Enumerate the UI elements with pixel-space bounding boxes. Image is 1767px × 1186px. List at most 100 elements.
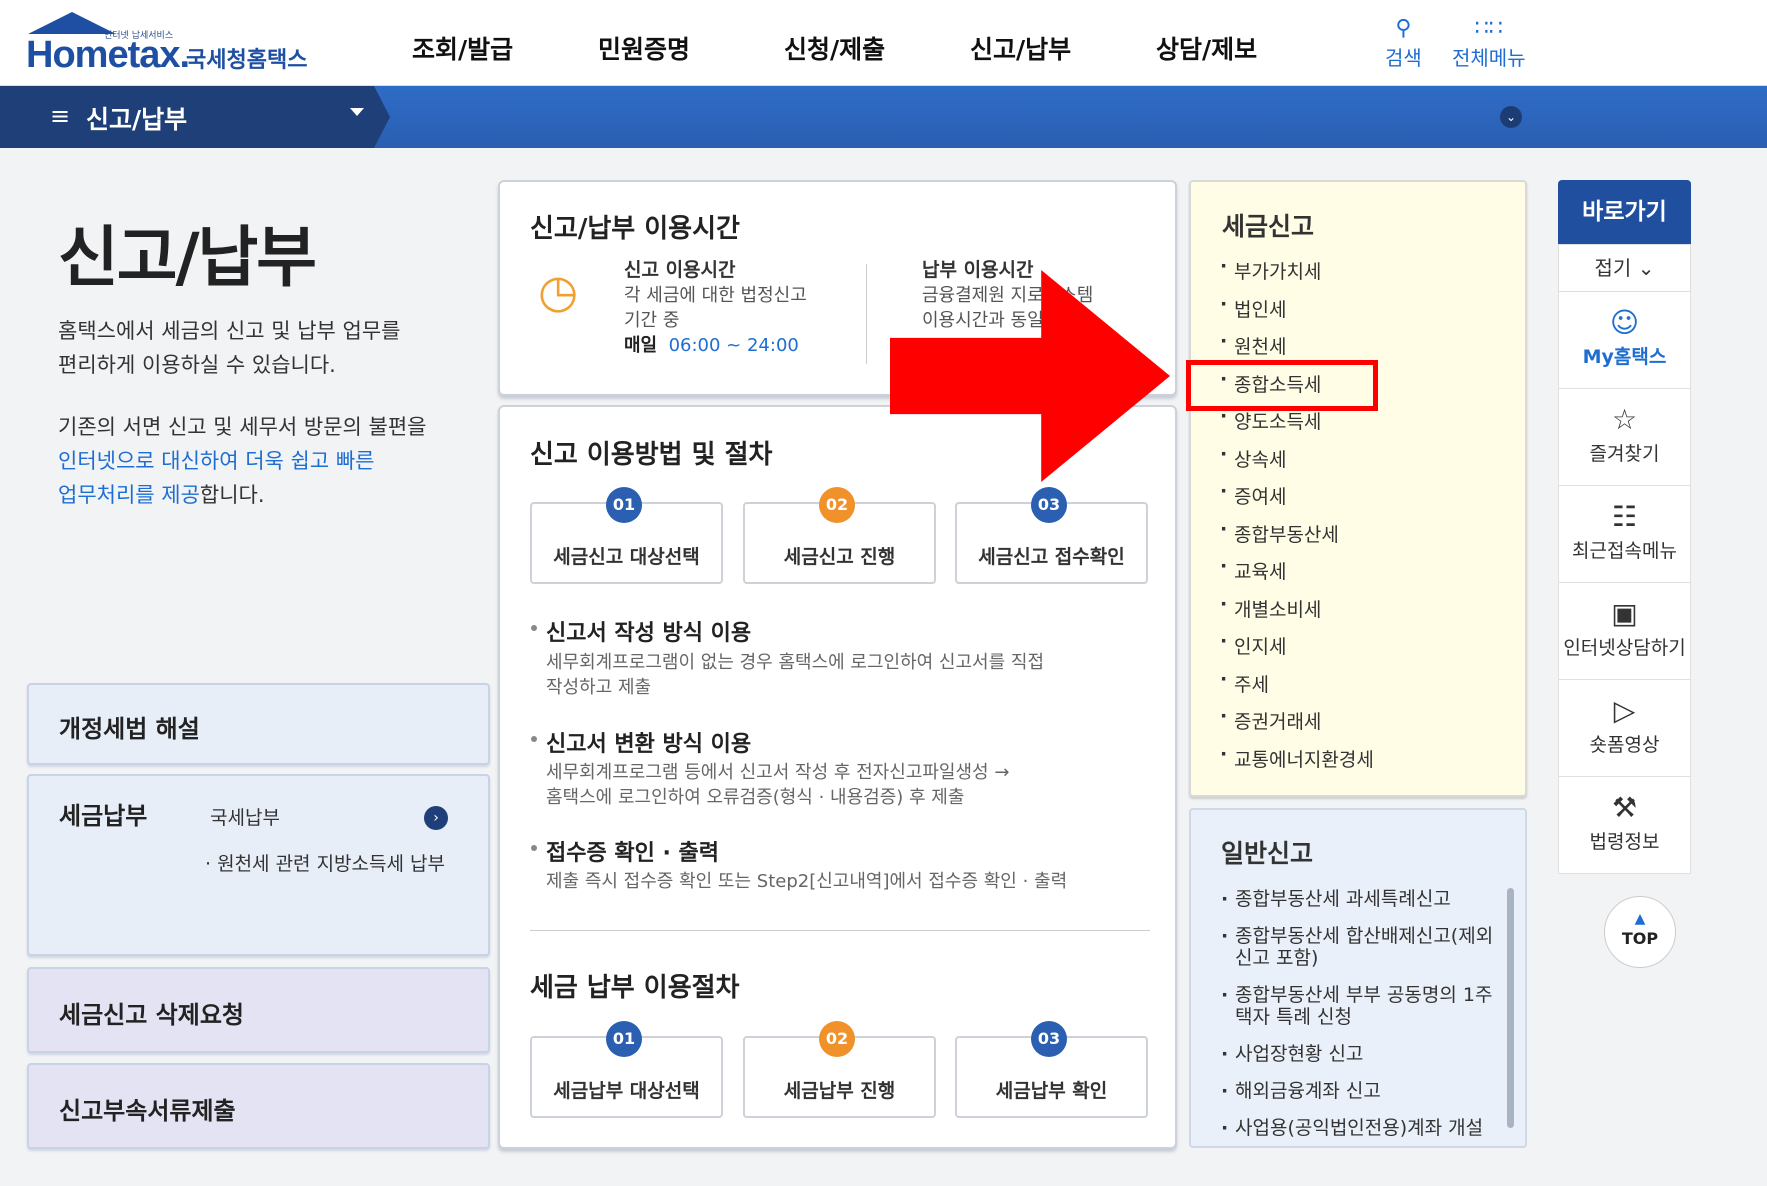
all-menu-label: 전체메뉴 — [1452, 46, 1526, 70]
report-hours-line: 각 세금에 대한 법정신고 — [624, 285, 807, 306]
revised-law-box[interactable]: 개정세법 해설 — [27, 683, 490, 765]
top-label: TOP — [1621, 929, 1659, 948]
section-menu-dropdown[interactable]: ≡ 신고/납부 — [0, 86, 390, 148]
tax-item-vat[interactable]: 부가가치세 — [1220, 255, 1374, 295]
monitor-icon: ▣ — [1611, 597, 1638, 630]
general-item[interactable]: 사업장현황 신고 — [1221, 1043, 1506, 1065]
hamburger-icon: ≡ — [50, 102, 71, 130]
search-button[interactable]: ⚲ 검색 — [1385, 16, 1422, 71]
tax-item-transfer[interactable]: 양도소득세 — [1220, 405, 1374, 445]
intro-line-highlight: 인터넷으로 대신하여 더욱 쉽고 빠른 — [58, 449, 375, 473]
general-item[interactable]: 종합부동산세 부부 공동명의 1주택자 특례 신청 — [1221, 984, 1506, 1028]
method-receipt-title: 접수증 확인 · 출력 — [530, 835, 719, 867]
go-arrow-icon[interactable]: › — [424, 806, 448, 830]
step-number: 02 — [819, 487, 855, 523]
intro-line: 편리하게 이용하실 수 있습니다. — [58, 353, 336, 377]
step-number: 03 — [1031, 487, 1067, 523]
national-tax-payment-link[interactable]: 국세납부 — [210, 803, 280, 830]
general-report-title: 일반신고 — [1221, 839, 1314, 868]
nav-report-payment[interactable]: 신고/납부 — [970, 30, 1156, 66]
hometax-logo[interactable]: 인터넷 납세서비스 Hometax. 국세청홈택스 — [26, 12, 316, 82]
report-hours: 신고 이용시간 각 세금에 대한 법정신고 기간 중 매일 06:00 ~ 24… — [624, 258, 807, 358]
tax-item-liquor[interactable]: 주세 — [1220, 668, 1374, 708]
intro-description-2: 기존의 서면 신고 및 세무서 방문의 불편을 인터넷으로 대신하여 더욱 쉽고… — [58, 410, 478, 512]
arrow-up-icon: ▲ — [1634, 911, 1646, 927]
quick-favorites[interactable]: ☆ 즐겨찾기 — [1558, 389, 1691, 486]
tax-item-stamp[interactable]: 인지세 — [1220, 630, 1374, 670]
nav-consult[interactable]: 상담/제보 — [1156, 30, 1342, 66]
quick-menu-fold-button[interactable]: 접기 ⌄ — [1558, 244, 1691, 292]
nav-application[interactable]: 신청/제출 — [784, 30, 970, 66]
logo-wordmark: Hometax. — [26, 34, 190, 76]
quick-label: 인터넷상담하기 — [1563, 637, 1686, 659]
tax-item-gift[interactable]: 증여세 — [1220, 480, 1374, 520]
gavel-icon: ⚒ — [1611, 791, 1638, 824]
nav-certificates[interactable]: 민원증명 — [598, 30, 784, 66]
delete-request-box[interactable]: 세금신고 삭제요청 — [27, 967, 490, 1053]
step-number: 01 — [606, 487, 642, 523]
attach-docs-box[interactable]: 신고부속서류제출 — [27, 1063, 490, 1149]
quick-recent-menu[interactable]: ☷ 최근접속메뉴 — [1558, 486, 1691, 583]
general-item[interactable]: 종합부동산세 합산배제신고(제외 신고 포함) — [1221, 925, 1506, 969]
sub-navigation-bar: ≡ 신고/납부 ⌄ — [0, 86, 1767, 148]
chevron-down-icon[interactable]: ⌄ — [1500, 106, 1522, 128]
tax-item-property[interactable]: 종합부동산세 — [1220, 518, 1374, 558]
method-receipt-desc: 제출 즉시 접수증 확인 또는 Step2[신고내역]에서 접수증 확인 · 출… — [546, 871, 1068, 892]
search-icon: ⚲ — [1395, 16, 1412, 41]
quick-my-hometax[interactable]: ☺ My홈택스 — [1558, 292, 1691, 389]
procedure-title: 신고 이용방법 및 절차 — [530, 440, 773, 470]
general-report-scrollbar[interactable] — [1507, 888, 1514, 1128]
tax-item-inheritance[interactable]: 상속세 — [1220, 443, 1374, 483]
report-daily: 매일 — [624, 335, 658, 356]
tax-payment-title: 세금납부 — [59, 802, 148, 830]
revised-law-title: 개정세법 해설 — [59, 715, 200, 743]
intro-highlight: 업무처리를 제공 — [58, 483, 200, 507]
quick-menu-title: 바로가기 — [1558, 180, 1691, 244]
report-hours-title: 신고 이용시간 — [624, 259, 736, 281]
tax-item-excise[interactable]: 개별소비세 — [1220, 593, 1374, 633]
intro-description: 홈택스에서 세금의 신고 및 납부 업무를 편리하게 이용하실 수 있습니다. — [58, 314, 478, 382]
tax-item-corporate[interactable]: 법인세 — [1220, 293, 1374, 333]
general-report-list: 종합부동산세 과세특례신고 종합부동산세 합산배제신고(제외 신고 포함) 종합… — [1221, 888, 1506, 1146]
payment-hours-title: 납부 이용시간 — [922, 259, 1034, 281]
quick-label: 법령정보 — [1589, 831, 1660, 853]
general-item[interactable]: 사업용(공익법인전용)계좌 개설 — [1221, 1117, 1506, 1139]
page-title: 신고/납부 — [58, 219, 317, 296]
general-report-panel: 일반신고 종합부동산세 과세특례신고 종합부동산세 합산배제신고(제외 신고 포… — [1189, 808, 1527, 1148]
all-menu-button[interactable]: ∷∷ 전체메뉴 — [1452, 16, 1526, 71]
main-nav: 조회/발급 민원증명 신청/제출 신고/납부 상담/제보 — [412, 30, 1342, 66]
intro-line: 업무처리를 제공합니다. — [58, 478, 478, 512]
tax-report-list: 부가가치세 법인세 원천세 종합소득세 양도소득세 상속세 증여세 종합부동산세… — [1220, 255, 1374, 783]
highlight-box-annotation — [1186, 360, 1378, 411]
nav-inquiry[interactable]: 조회/발급 — [412, 30, 598, 66]
quick-label: 숏폼영상 — [1589, 734, 1660, 756]
method-write-title: 신고서 작성 방식 이용 — [530, 615, 751, 647]
user-icon: ☺ — [1609, 306, 1640, 339]
logo-subtitle: 국세청홈택스 — [186, 48, 308, 73]
quick-online-consult[interactable]: ▣ 인터넷상담하기 — [1558, 583, 1691, 680]
logo-roof-icon — [28, 12, 116, 34]
quick-label: My홈택스 — [1582, 346, 1667, 368]
method-desc-line: 세무회계프로그램 등에서 신고서 작성 후 전자신고파일생성 → — [546, 762, 1010, 783]
general-item[interactable]: 종합부동산세 과세특례신고 — [1221, 888, 1506, 910]
grid-icon: ∷∷ — [1474, 16, 1503, 41]
tax-item-traffic-energy[interactable]: 교통에너지환경세 — [1220, 743, 1374, 783]
play-icon: ▷ — [1613, 694, 1636, 727]
step-number: 02 — [819, 1021, 855, 1057]
local-income-tax-payment-link[interactable]: · 원천세 관련 지방소득세 납부 — [205, 849, 445, 876]
method-convert-desc: 세무회계프로그램 등에서 신고서 작성 후 전자신고파일생성 → 홈택스에 로그… — [546, 760, 1009, 810]
site-header: 인터넷 납세서비스 Hometax. 국세청홈택스 조회/발급 민원증명 신청/… — [0, 0, 1767, 86]
step-number: 01 — [606, 1021, 642, 1057]
tax-item-education[interactable]: 교육세 — [1220, 555, 1374, 595]
report-time: 06:00 ~ 24:00 — [668, 335, 799, 356]
method-desc-line: 세무회계프로그램이 없는 경우 홈택스에 로그인하여 신고서를 직접 — [546, 652, 1045, 673]
quick-law-info[interactable]: ⚒ 법령정보 — [1558, 777, 1691, 874]
method-write-desc: 세무회계프로그램이 없는 경우 홈택스에 로그인하여 신고서를 직접 작성하고 … — [546, 650, 1044, 700]
scroll-top-button[interactable]: ▲ TOP — [1604, 896, 1676, 968]
quick-shortform-video[interactable]: ▷ 숏폼영상 — [1558, 680, 1691, 777]
tax-item-securities[interactable]: 증권거래세 — [1220, 705, 1374, 745]
method-convert-title: 신고서 변환 방식 이용 — [530, 726, 751, 758]
method-desc-line: 작성하고 제출 — [546, 677, 652, 698]
caret-down-icon — [350, 108, 364, 116]
general-item[interactable]: 해외금융계좌 신고 — [1221, 1080, 1506, 1102]
